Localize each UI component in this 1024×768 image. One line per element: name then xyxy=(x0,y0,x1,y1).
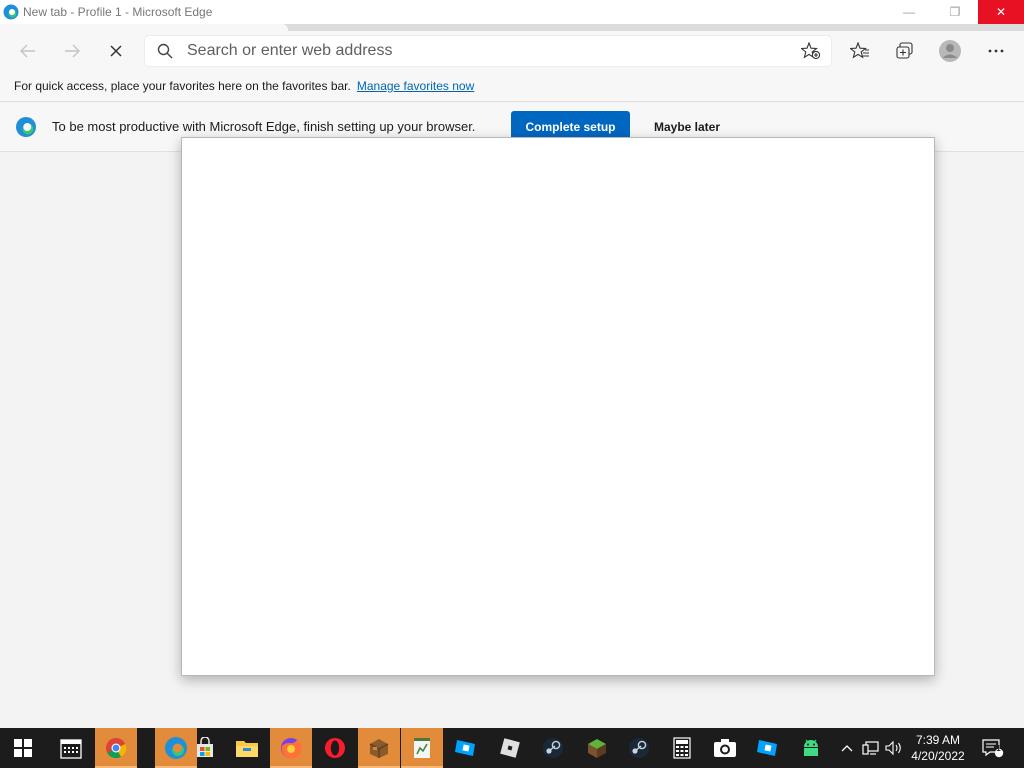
collections-button[interactable] xyxy=(893,39,917,63)
roblox-icon xyxy=(500,738,520,758)
setup-message: To be most productive with Microsoft Edg… xyxy=(52,119,476,134)
taskbar-app-crate[interactable] xyxy=(358,728,400,768)
store-icon xyxy=(197,737,213,757)
minecraft-icon xyxy=(588,739,606,758)
tray-network-button[interactable] xyxy=(860,728,882,768)
forward-arrow-icon xyxy=(65,44,80,58)
window-controls: — ❐ ✕ xyxy=(886,0,1024,24)
taskbar: 7:39 AM 4/20/2022 1 xyxy=(0,728,1024,768)
back-arrow-icon xyxy=(20,44,35,58)
stop-loading-icon xyxy=(110,45,122,57)
favorites-bar-message: For quick access, place your favorites h… xyxy=(14,79,351,93)
taskbar-app-minecraft[interactable] xyxy=(576,728,618,768)
collections-icon xyxy=(896,42,913,59)
address-input[interactable] xyxy=(187,36,777,66)
minimize-button[interactable]: — xyxy=(886,0,932,24)
camera-icon xyxy=(714,739,736,757)
taskbar-app-firefox[interactable] xyxy=(270,728,312,768)
taskbar-app-calendar[interactable] xyxy=(50,728,92,768)
taskbar-app-steam-2[interactable] xyxy=(618,728,660,768)
calculator-icon xyxy=(673,737,691,759)
toolbar xyxy=(0,31,1024,71)
taskbar-app-calculator[interactable] xyxy=(661,728,703,768)
forward-button[interactable] xyxy=(57,37,87,65)
restore-button[interactable]: ❐ xyxy=(932,0,978,24)
notification-badge: 1 xyxy=(996,744,1001,753)
address-bar[interactable] xyxy=(145,36,831,66)
search-icon xyxy=(157,43,173,59)
network-icon xyxy=(862,741,879,755)
tab-strip xyxy=(0,24,1024,31)
taskbar-app-android[interactable] xyxy=(790,728,832,768)
taskbar-app-roblox-studio-2[interactable] xyxy=(747,728,789,768)
chrome-icon xyxy=(106,738,127,759)
taskbar-app-camera[interactable] xyxy=(704,728,746,768)
calendar-icon xyxy=(60,739,82,759)
taskbar-app-chrome[interactable] xyxy=(95,728,137,768)
taskbar-app-steam[interactable] xyxy=(532,728,574,768)
profile-avatar-icon xyxy=(939,40,961,62)
opera-icon xyxy=(325,738,345,758)
roblox-studio-icon xyxy=(455,740,475,756)
file-explorer-icon xyxy=(236,741,258,757)
chevron-up-icon xyxy=(841,745,853,752)
start-button[interactable] xyxy=(2,728,44,768)
favorites-button[interactable] xyxy=(848,39,872,63)
taskbar-app-roblox[interactable] xyxy=(489,728,531,768)
taskbar-app-store[interactable] xyxy=(184,728,226,768)
blank-dialog-window[interactable] xyxy=(181,137,935,676)
taskbar-app-file-explorer[interactable] xyxy=(226,728,268,768)
add-favorite-star-icon[interactable] xyxy=(801,42,821,60)
manage-favorites-link[interactable]: Manage favorites now xyxy=(357,79,474,93)
favorites-bar: For quick access, place your favorites h… xyxy=(0,71,1024,102)
volume-icon xyxy=(885,740,901,756)
tab-new-tab[interactable] xyxy=(0,24,288,31)
clock-time: 7:39 AM xyxy=(915,733,961,747)
tray-overflow-button[interactable] xyxy=(838,728,856,768)
edge-logo-icon xyxy=(16,117,36,137)
back-button[interactable] xyxy=(13,37,43,65)
taskbar-app-opera[interactable] xyxy=(314,728,356,768)
more-menu-button[interactable] xyxy=(984,39,1008,63)
taskbar-app-notepad-chart[interactable] xyxy=(401,728,443,768)
favorites-icon xyxy=(850,42,869,59)
close-button[interactable]: ✕ xyxy=(978,0,1024,24)
firefox-icon xyxy=(281,738,302,759)
edge-logo-icon xyxy=(3,4,19,20)
steam-icon-2 xyxy=(629,738,649,758)
more-menu-icon xyxy=(988,49,1004,53)
stop-button[interactable] xyxy=(101,37,131,65)
action-center-button[interactable]: 1 xyxy=(980,728,1006,768)
window-title: New tab - Profile 1 - Microsoft Edge xyxy=(23,5,213,19)
profile-button[interactable] xyxy=(938,39,962,63)
roblox-studio-icon-2 xyxy=(757,740,777,756)
notepad-chart-icon xyxy=(414,738,430,758)
taskbar-app-roblox-studio[interactable] xyxy=(445,728,487,768)
steam-icon xyxy=(543,738,563,758)
windows-start-icon xyxy=(14,739,32,757)
title-bar: New tab - Profile 1 - Microsoft Edge — ❐… xyxy=(0,0,1024,24)
android-icon xyxy=(804,739,818,756)
clock-date: 4/20/2022 xyxy=(911,749,965,763)
taskbar-clock[interactable]: 7:39 AM 4/20/2022 xyxy=(902,732,974,764)
crate-icon xyxy=(369,739,389,758)
